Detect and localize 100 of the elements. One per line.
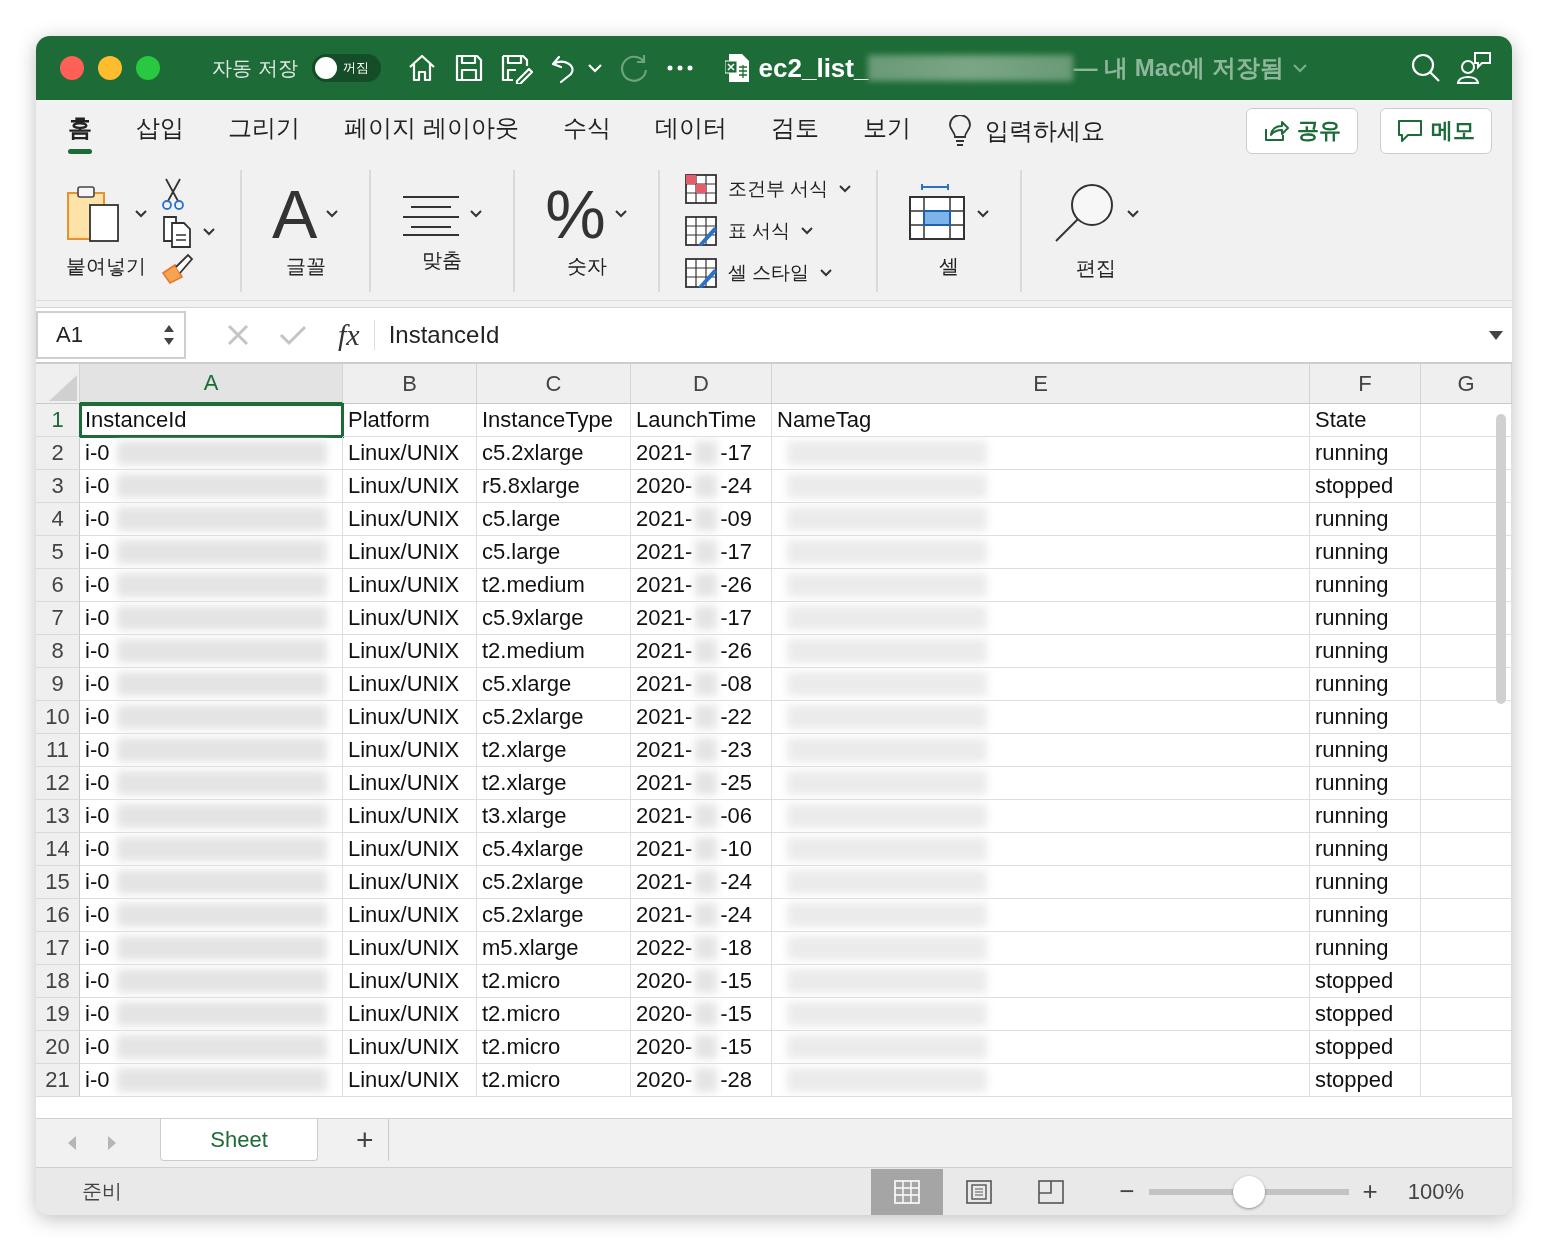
scrollbar-thumb[interactable] <box>1496 414 1506 704</box>
row-header[interactable]: 10 <box>36 701 80 734</box>
caret-icon[interactable] <box>838 184 853 194</box>
style-button[interactable]: 조건부 서식 <box>727 176 829 202</box>
ribbon-tab[interactable]: 삽입 <box>114 104 206 158</box>
table-cell: -25 <box>720 770 753 796</box>
row-header[interactable]: 15 <box>36 866 80 899</box>
ribbon-tab[interactable]: 데이터 <box>632 104 749 158</box>
table-cell: c5.xlarge <box>477 668 631 701</box>
checkmark-icon[interactable] <box>278 323 308 347</box>
table-cell: running <box>1310 437 1421 470</box>
formula-field[interactable]: InstanceId <box>388 321 1488 349</box>
table-cell: 2021- <box>636 803 693 829</box>
column-header[interactable]: E <box>772 364 1310 404</box>
row-header[interactable]: 17 <box>36 932 80 965</box>
ribbon-tab[interactable]: 보기 <box>840 104 933 158</box>
zoom-in-button[interactable]: + <box>1352 1176 1388 1207</box>
table-cell: InstanceId <box>80 404 343 437</box>
table-cell: running <box>1310 668 1421 701</box>
row-header[interactable]: 7 <box>36 602 80 635</box>
caret-icon[interactable] <box>819 268 834 278</box>
insert-function-button[interactable]: fx <box>338 318 360 352</box>
column-header[interactable]: C <box>477 364 631 404</box>
copy-icon[interactable] <box>160 215 194 249</box>
table-cell: Linux/UNIX <box>343 635 477 668</box>
autosave-toggle[interactable]: 꺼짐 <box>311 54 381 82</box>
table-cell: 2020- <box>636 473 693 499</box>
slider-thumb[interactable] <box>1232 1175 1265 1208</box>
table-cell: Platform <box>343 404 477 437</box>
search-icon[interactable] <box>1410 52 1442 84</box>
column-header[interactable]: F <box>1310 364 1421 404</box>
scissors-icon[interactable] <box>160 177 186 211</box>
column-header[interactable]: D <box>631 364 772 404</box>
table-cell: i-0 <box>85 770 110 796</box>
person-chat-icon[interactable] <box>1456 51 1492 85</box>
zoom-level[interactable]: 100% <box>1407 1178 1464 1205</box>
table-cell: Linux/UNIX <box>343 899 477 932</box>
row-header[interactable]: 21 <box>36 1064 80 1097</box>
caret-icon[interactable] <box>800 226 815 236</box>
ribbon-group-icon[interactable]: A <box>272 182 318 245</box>
column-header[interactable]: A <box>80 364 343 404</box>
table-cell: i-0 <box>85 869 110 895</box>
ribbon-group-icon[interactable]: % <box>545 182 606 245</box>
ribbon-tab[interactable]: 검토 <box>748 104 841 158</box>
table-cell: t2.medium <box>477 635 631 668</box>
share-button[interactable]: 공유 <box>1246 108 1358 154</box>
caret-icon[interactable] <box>469 208 484 219</box>
row-header[interactable]: 2 <box>36 437 80 470</box>
caret-icon[interactable] <box>325 208 340 219</box>
row-header[interactable]: 9 <box>36 668 80 701</box>
name-box[interactable]: A1 <box>36 311 186 359</box>
zoom-button[interactable] <box>136 56 160 80</box>
column-header[interactable]: B <box>343 364 477 404</box>
style-button[interactable]: 표 서식 <box>727 218 791 244</box>
format-painter-icon[interactable] <box>160 253 194 285</box>
tell-me-field[interactable]: 입력하세요 <box>984 115 1105 147</box>
table-cell: r5.8xlarge <box>477 470 631 503</box>
table-cell: t2.medium <box>477 569 631 602</box>
table-cell: i-0 <box>85 737 110 763</box>
caret-icon[interactable] <box>134 208 148 219</box>
caret-icon[interactable] <box>1126 208 1141 219</box>
column-header[interactable]: G <box>1421 364 1512 404</box>
table-cell: i-0 <box>85 1034 110 1060</box>
row-header[interactable]: 19 <box>36 998 80 1031</box>
table-cell: i-0 <box>85 539 110 565</box>
minimize-button[interactable] <box>98 56 122 80</box>
row-header[interactable]: 5 <box>36 536 80 569</box>
row-header[interactable]: 11 <box>36 734 80 767</box>
caret-icon[interactable] <box>976 208 991 219</box>
row-header[interactable]: 13 <box>36 800 80 833</box>
expand-icon[interactable] <box>1488 329 1504 341</box>
ribbon-tab[interactable]: 그리기 <box>206 104 322 158</box>
row-header[interactable]: 20 <box>36 1031 80 1064</box>
add-sheet-button[interactable]: + <box>342 1119 389 1161</box>
table-cell: LaunchTime <box>631 404 772 437</box>
table-cell: c5.2xlarge <box>477 701 631 734</box>
ribbon-tab[interactable]: 홈 <box>46 104 114 158</box>
row-header[interactable]: 3 <box>36 470 80 503</box>
sheet-tab[interactable]: Sheet <box>160 1119 318 1161</box>
comments-button[interactable]: 메모 <box>1380 108 1492 154</box>
row-header[interactable]: 6 <box>36 569 80 602</box>
row-header[interactable]: 14 <box>36 833 80 866</box>
row-header[interactable]: 12 <box>36 767 80 800</box>
caret-icon[interactable] <box>586 62 603 74</box>
zoom-out-button[interactable]: − <box>1109 1176 1145 1207</box>
row-header[interactable]: 4 <box>36 503 80 536</box>
ribbon-tab[interactable]: 수식 <box>540 104 633 158</box>
caret-icon[interactable] <box>202 227 216 237</box>
share-icon <box>1263 119 1289 143</box>
table-cell: -15 <box>720 1034 753 1060</box>
table-cell: State <box>1310 404 1421 437</box>
row-header[interactable]: 16 <box>36 899 80 932</box>
table-cell: InstanceType <box>477 404 631 437</box>
caret-icon[interactable] <box>613 208 628 219</box>
row-header[interactable]: 8 <box>36 635 80 668</box>
ribbon-tab[interactable]: 페이지 레이아웃 <box>322 104 541 158</box>
row-header[interactable]: 18 <box>36 965 80 998</box>
style-button[interactable]: 셀 스타일 <box>727 260 810 286</box>
row-header[interactable]: 1 <box>36 404 80 437</box>
table-cell: -17 <box>720 440 753 466</box>
